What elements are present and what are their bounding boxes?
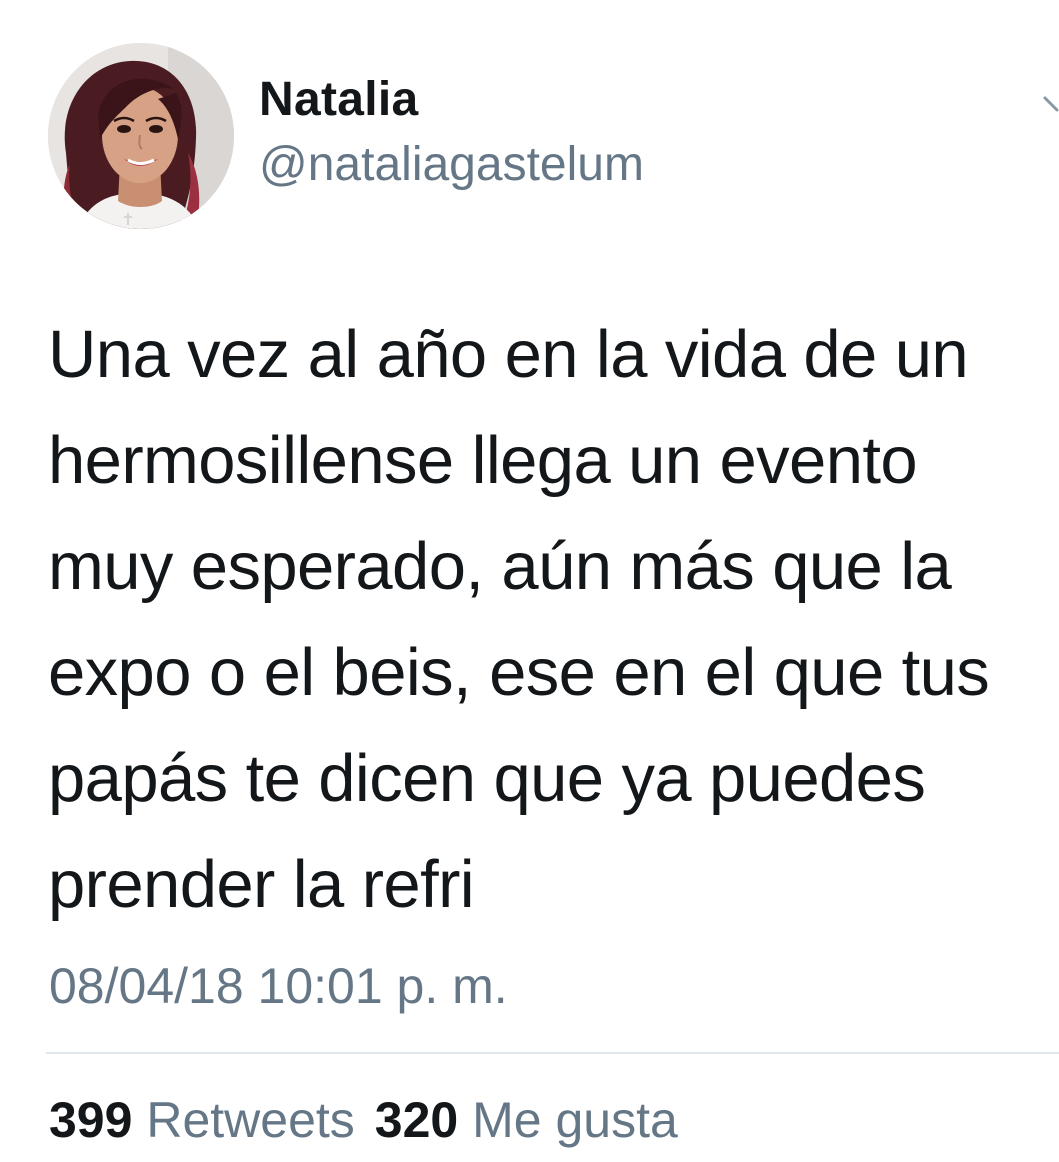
divider (46, 1052, 1059, 1054)
author-name[interactable]: Natalia (259, 70, 419, 130)
author-handle[interactable]: @nataliagastelum (259, 135, 644, 195)
tweet-text-line: Una vez al año en la vida de un (48, 317, 969, 392)
retweets-count: 399 (49, 1092, 133, 1148)
tweet-text: Una vez al año en la vida de un hermosil… (48, 302, 1038, 938)
tweet-stats: 399 Retweets 320 Me gusta (49, 1090, 678, 1150)
tweet-text-line: prender la refri (48, 847, 475, 922)
tweet-text-line: muy esperado, aún más que la (48, 529, 952, 604)
retweets-label: Retweets (146, 1092, 355, 1148)
tweet-timestamp: 08/04/18 10:01 p. m. (49, 958, 508, 1014)
tweet-text-line: papás te dicen que ya puedes (48, 741, 926, 816)
avatar[interactable] (48, 43, 234, 229)
likes-count: 320 (374, 1092, 459, 1148)
likes-stat[interactable]: 320 Me gusta (375, 1092, 678, 1148)
chevron-down-icon[interactable] (1042, 92, 1059, 116)
likes-label: Me gusta (472, 1092, 678, 1148)
retweets-stat[interactable]: 399 Retweets (49, 1092, 355, 1148)
previous-tweet-fragment (200, 0, 620, 4)
tweet-text-line: hermosillense llega un evento (48, 423, 918, 498)
avatar-image (48, 43, 234, 229)
tweet-text-line: expo o el beis, ese en el que tus (48, 635, 990, 710)
